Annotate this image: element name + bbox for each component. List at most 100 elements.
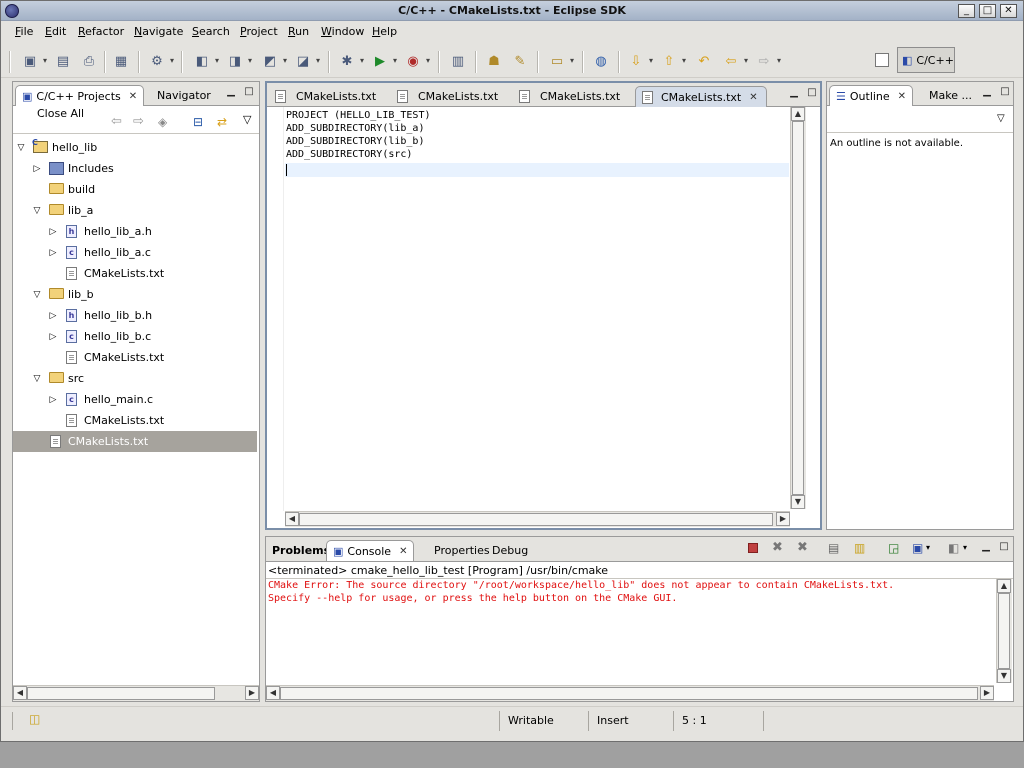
tree-item[interactable]: ▽ lib_a	[13, 200, 257, 221]
tree-item[interactable]: build	[13, 179, 257, 200]
minimize-view-icon[interactable]: ▁	[981, 87, 993, 99]
display-console-icon[interactable]: ▣	[912, 541, 923, 555]
terminate-icon[interactable]	[748, 543, 758, 553]
previous-annotation-icon[interactable]: ⇧	[660, 52, 686, 70]
close-icon[interactable]: ✕	[749, 92, 757, 103]
horizontal-scrollbar[interactable]: ◀ ▶	[285, 511, 790, 527]
expanded-arrow-icon[interactable]: ▽	[32, 374, 42, 384]
tree-item[interactable]: ▽ lib_b	[13, 284, 257, 305]
scroll-thumb[interactable]	[299, 513, 773, 526]
menu-navigate[interactable]: Navigate	[134, 25, 183, 38]
collapsed-arrow-icon[interactable]: ▷	[48, 395, 58, 405]
scroll-left-arrow-icon[interactable]: ◀	[266, 686, 280, 700]
forward-nav-icon[interactable]: ⇨	[133, 114, 144, 129]
run-icon[interactable]: ▶	[371, 52, 397, 70]
menu-edit[interactable]: Edit	[45, 25, 66, 38]
new-icon[interactable]: ▣	[21, 52, 47, 70]
editor-tab-active[interactable]: CMakeLists.txt ✕	[635, 86, 767, 107]
minimize-view-icon[interactable]: ▁	[980, 542, 992, 554]
scroll-thumb[interactable]	[998, 593, 1010, 669]
tab-outline[interactable]: ☰ Outline ✕	[829, 85, 914, 106]
collapsed-arrow-icon[interactable]: ▷	[48, 248, 58, 258]
expanded-arrow-icon[interactable]: ▽	[32, 206, 42, 216]
tree-item-selected[interactable]: CMakeLists.txt	[13, 431, 257, 452]
collapsed-arrow-icon[interactable]: ▷	[48, 227, 58, 237]
scroll-right-arrow-icon[interactable]: ▶	[980, 686, 994, 700]
close-icon[interactable]: ✕	[898, 91, 906, 102]
menu-help[interactable]: Help	[372, 25, 397, 38]
vertical-scrollbar[interactable]: ▲ ▼	[996, 579, 1012, 683]
print-icon[interactable]: ⎙	[80, 52, 98, 70]
code-line[interactable]: PROJECT (HELLO_LIB_TEST)	[286, 109, 431, 122]
new-file-icon[interactable]: ◪	[294, 52, 320, 70]
chevron-down-icon[interactable]: ▾	[963, 543, 967, 552]
back-icon[interactable]: ⇦	[722, 52, 748, 70]
maximize-button[interactable]: □	[979, 4, 996, 18]
menu-window[interactable]: Window	[321, 25, 364, 38]
scroll-up-arrow-icon[interactable]: ▲	[997, 579, 1011, 593]
close-icon[interactable]: ✕	[129, 91, 137, 102]
editor-tab[interactable]: CMakeLists.txt	[391, 86, 504, 107]
scroll-right-arrow-icon[interactable]: ▶	[776, 512, 790, 526]
scroll-thumb[interactable]	[792, 121, 804, 495]
tree-item[interactable]: ▷ c hello_lib_b.c	[13, 326, 257, 347]
view-menu-icon[interactable]: ▽	[243, 113, 251, 126]
globe-icon[interactable]: ◍	[592, 52, 610, 70]
minimize-button[interactable]: _	[958, 4, 975, 18]
tree-item[interactable]: CMakeLists.txt	[13, 410, 257, 431]
scroll-right-arrow-icon[interactable]: ▶	[245, 686, 259, 700]
debug-icon[interactable]: ✱	[338, 52, 364, 70]
tree-item[interactable]: ▷ c hello_main.c	[13, 389, 257, 410]
clear-console-icon[interactable]: ▤	[828, 541, 839, 555]
maximize-view-icon[interactable]: □	[806, 88, 818, 100]
last-edit-icon[interactable]: ↶	[695, 52, 713, 70]
scroll-up-arrow-icon[interactable]: ▲	[791, 107, 805, 121]
collapse-all-icon[interactable]: ⊟	[193, 115, 203, 129]
menu-file[interactable]: File	[15, 25, 33, 38]
collapsed-arrow-icon[interactable]: ▷	[48, 332, 58, 342]
remove-launch-icon[interactable]: ✖	[772, 540, 783, 555]
close-all-label[interactable]: Close All	[37, 107, 84, 120]
new-folder-icon[interactable]: ◨	[226, 52, 252, 70]
scroll-left-arrow-icon[interactable]: ◀	[285, 512, 299, 526]
horizontal-scrollbar[interactable]: ◀ ▶	[13, 685, 259, 701]
view-menu-icon[interactable]: ▽	[997, 113, 1005, 124]
menu-refactor[interactable]: Refactor	[78, 25, 124, 38]
menu-project[interactable]: Project	[240, 25, 278, 38]
vertical-scrollbar[interactable]: ▲ ▼	[790, 107, 806, 509]
code-line[interactable]: ADD_SUBDIRECTORY(src)	[286, 148, 412, 161]
expanded-arrow-icon[interactable]: ▽	[16, 143, 26, 153]
code-line[interactable]: ADD_SUBDIRECTORY(lib_b)	[286, 135, 424, 148]
tree-item[interactable]: CMakeLists.txt	[13, 347, 257, 368]
editor-tab[interactable]: CMakeLists.txt	[513, 86, 626, 107]
editor-tab[interactable]: CMakeLists.txt	[269, 86, 382, 107]
binary-icon[interactable]: ▦	[112, 52, 130, 70]
scroll-thumb[interactable]	[280, 687, 978, 700]
scroll-thumb[interactable]	[27, 687, 215, 700]
pin-console-icon[interactable]: ◲	[888, 541, 899, 555]
tab-make-targets[interactable]: Make ...	[923, 85, 978, 106]
collapsed-arrow-icon[interactable]: ▷	[48, 311, 58, 321]
minimize-view-icon[interactable]: ▁	[225, 87, 237, 99]
maximize-view-icon[interactable]: □	[999, 87, 1011, 99]
chevron-down-icon[interactable]: ▾	[926, 543, 930, 552]
open-perspective-icon[interactable]	[875, 53, 889, 67]
tree-item[interactable]: ▽ src	[13, 368, 257, 389]
open-console-icon[interactable]: ▥	[449, 52, 467, 70]
build-icon[interactable]: ⚙	[148, 52, 174, 70]
new-c-project-icon[interactable]: ◧	[193, 52, 219, 70]
maximize-view-icon[interactable]: □	[243, 87, 255, 99]
tree-item[interactable]: ▷ h hello_lib_b.h	[13, 305, 257, 326]
back-nav-icon[interactable]: ⇦	[111, 114, 122, 129]
scroll-down-arrow-icon[interactable]: ▼	[997, 669, 1011, 683]
remove-all-terminated-icon[interactable]: ✖	[797, 540, 808, 555]
tree-item[interactable]: ▽ hello_lib	[13, 137, 257, 158]
tab-debug[interactable]: Debug	[486, 540, 534, 561]
forward-icon[interactable]: ⇨	[755, 52, 781, 70]
tree-item[interactable]: ▷ Includes	[13, 158, 257, 179]
scroll-lock-icon[interactable]: ▥	[854, 541, 865, 555]
menu-search[interactable]: Search	[192, 25, 230, 38]
tree-item[interactable]: ▷ h hello_lib_a.h	[13, 221, 257, 242]
tab-navigator[interactable]: Navigator	[151, 85, 217, 106]
close-icon[interactable]: ✕	[399, 546, 407, 557]
